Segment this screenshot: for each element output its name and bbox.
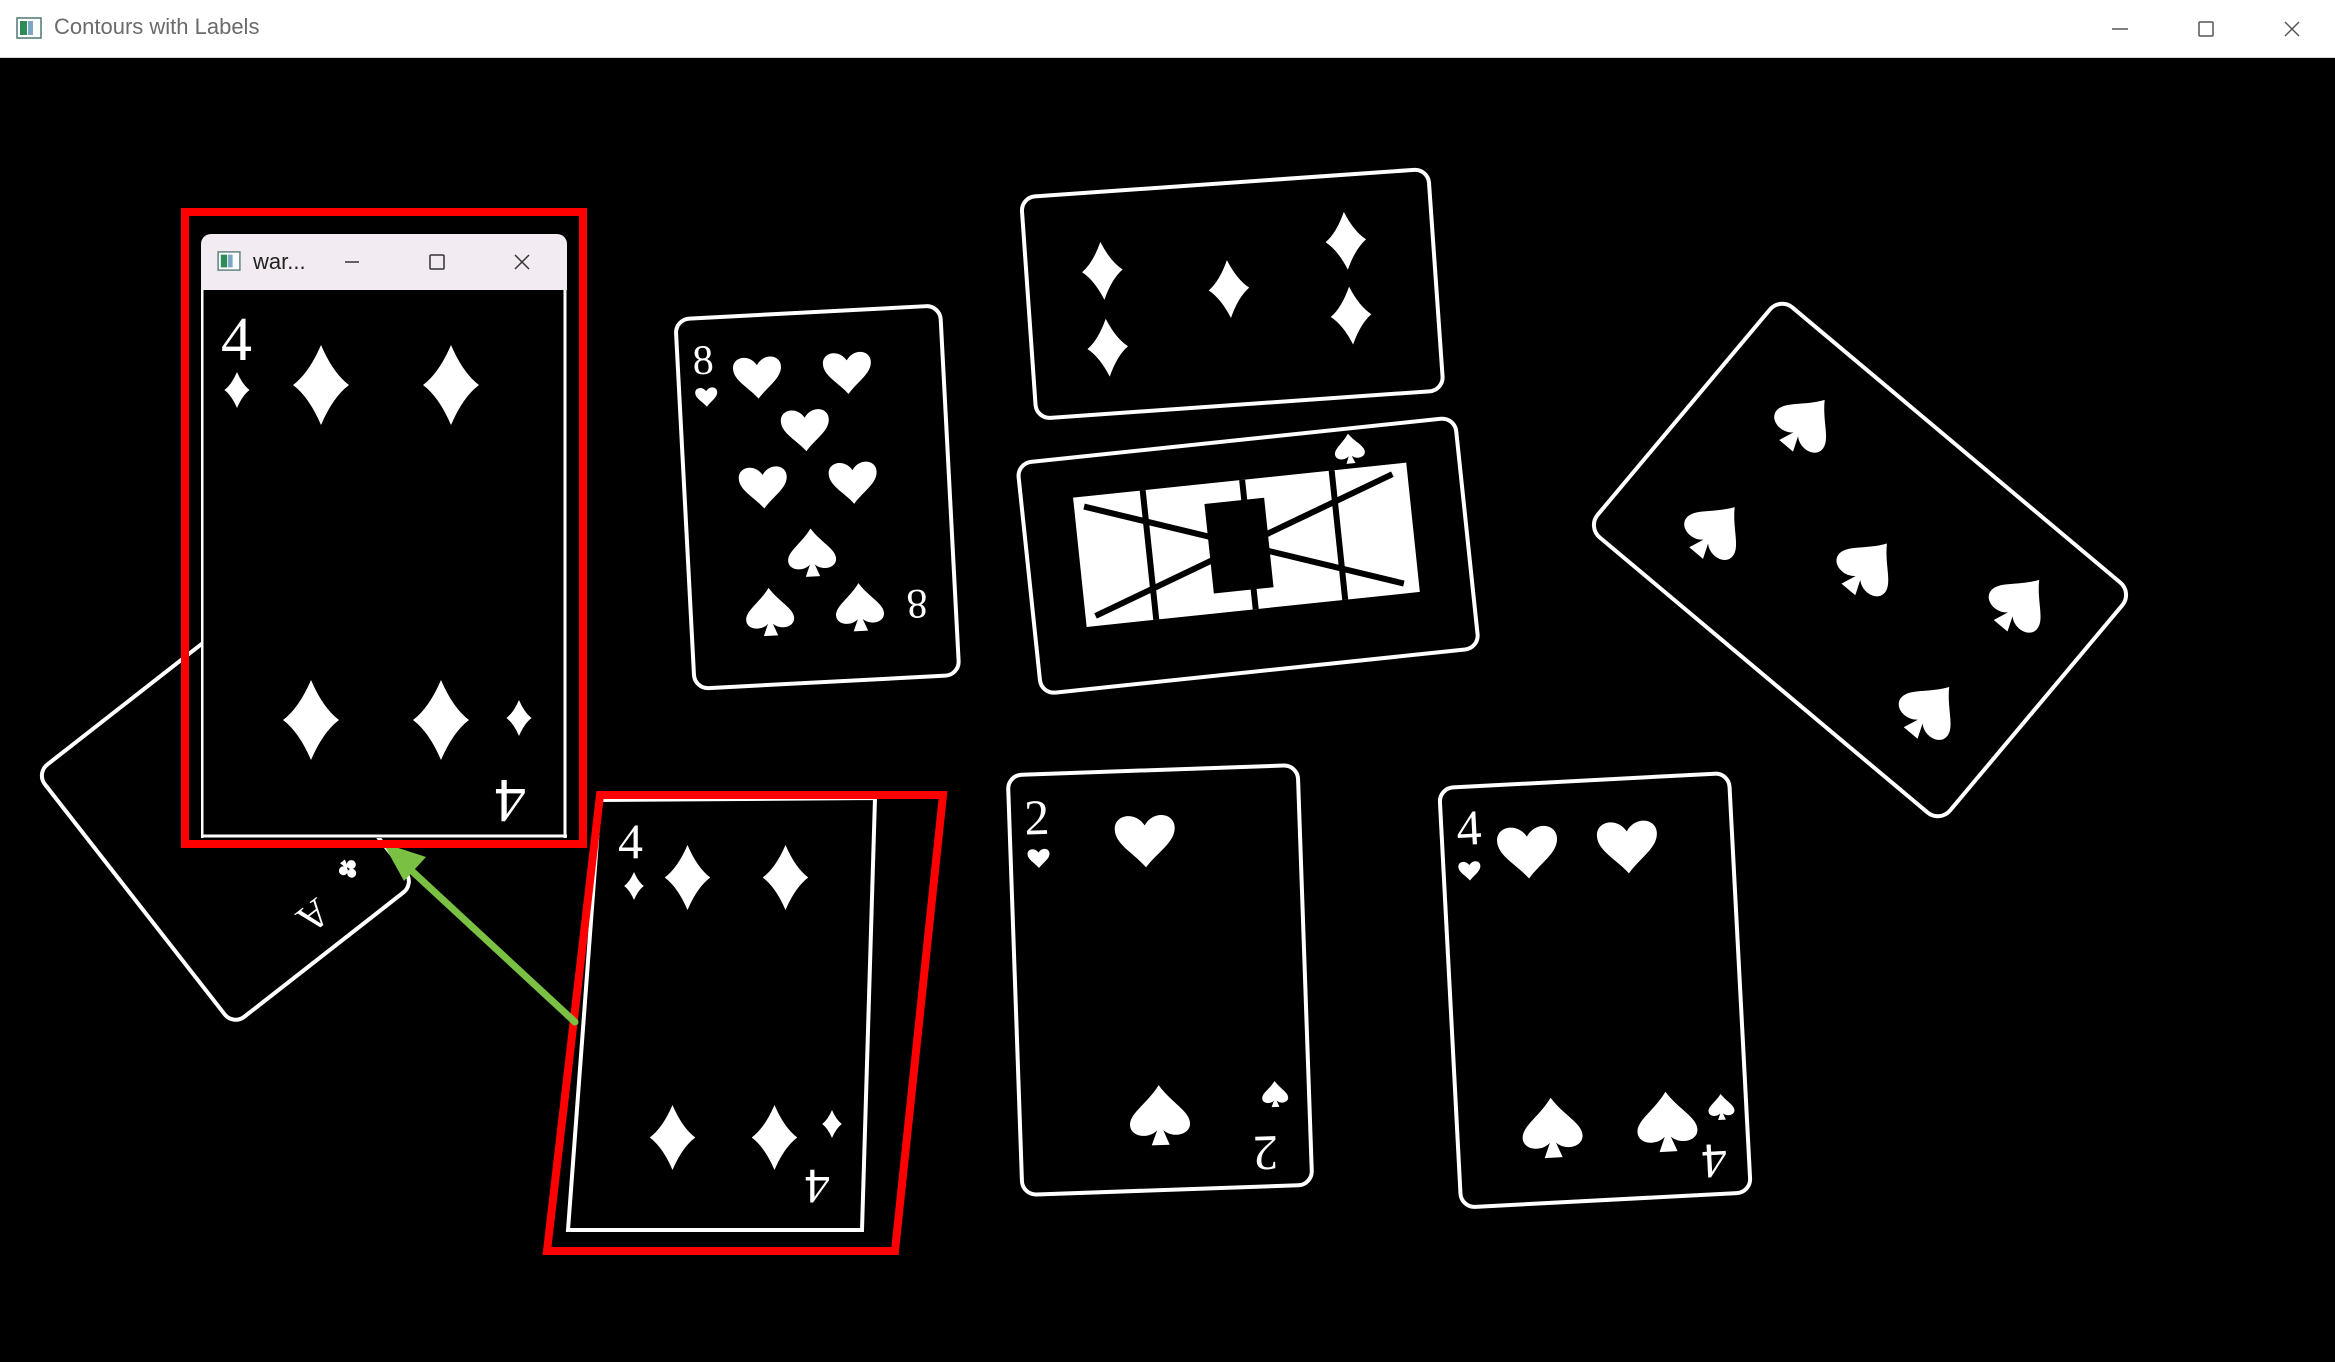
minimize-icon — [2112, 28, 2128, 30]
svg-text:8: 8 — [691, 337, 714, 384]
svg-text:4: 4 — [221, 306, 252, 374]
maximize-icon — [429, 254, 445, 270]
contour-image: A 8 8 4 4 2 2 4 4 war... 4 4 — [0, 58, 2335, 1362]
minimize-button[interactable] — [2077, 0, 2163, 58]
contours-window: Contours with Labels A 8 8 4 4 2 2 4 4 w… — [0, 0, 2335, 1362]
svg-text:8: 8 — [905, 580, 928, 627]
opencv-window-icon — [217, 251, 241, 271]
maximize-button[interactable] — [2163, 0, 2249, 58]
card-5-diamonds — [1019, 167, 1445, 420]
card-4-hearts: 4 4 — [1437, 771, 1753, 1209]
title-bar[interactable]: Contours with Labels — [0, 0, 2335, 58]
svg-text:4: 4 — [805, 1159, 830, 1215]
warped-close-button[interactable] — [493, 234, 551, 290]
svg-text:2: 2 — [1023, 789, 1050, 846]
warped-window-title: war... — [253, 249, 306, 274]
svg-text:4: 4 — [1701, 1133, 1729, 1190]
svg-text:4: 4 — [495, 766, 526, 834]
svg-text:4: 4 — [618, 813, 643, 869]
card-4-diamonds: 4 4 — [565, 795, 878, 1232]
warped-minimize-button[interactable] — [323, 234, 381, 290]
opencv-window-icon — [16, 17, 42, 39]
card-2-hearts: 2 2 — [1006, 763, 1314, 1197]
close-button[interactable] — [2249, 0, 2335, 58]
close-icon — [2284, 21, 2300, 37]
svg-text:4: 4 — [1455, 799, 1483, 856]
warped-title-bar[interactable]: war... — [201, 234, 567, 290]
maximize-icon — [2198, 21, 2214, 37]
close-icon — [514, 254, 530, 270]
card-8-hearts: 8 8 — [674, 304, 961, 691]
warped-card-image: 4 4 — [201, 290, 567, 838]
warped-maximize-button[interactable] — [408, 234, 466, 290]
card-5-spades — [1591, 301, 2129, 819]
warped-window[interactable]: war... 4 4 — [201, 234, 567, 838]
svg-text:2: 2 — [1252, 1125, 1279, 1182]
window-title: Contours with Labels — [54, 14, 260, 39]
minimize-icon — [345, 261, 359, 263]
card-queen-spades — [1016, 416, 1480, 695]
pointer-arrow — [383, 843, 579, 1026]
